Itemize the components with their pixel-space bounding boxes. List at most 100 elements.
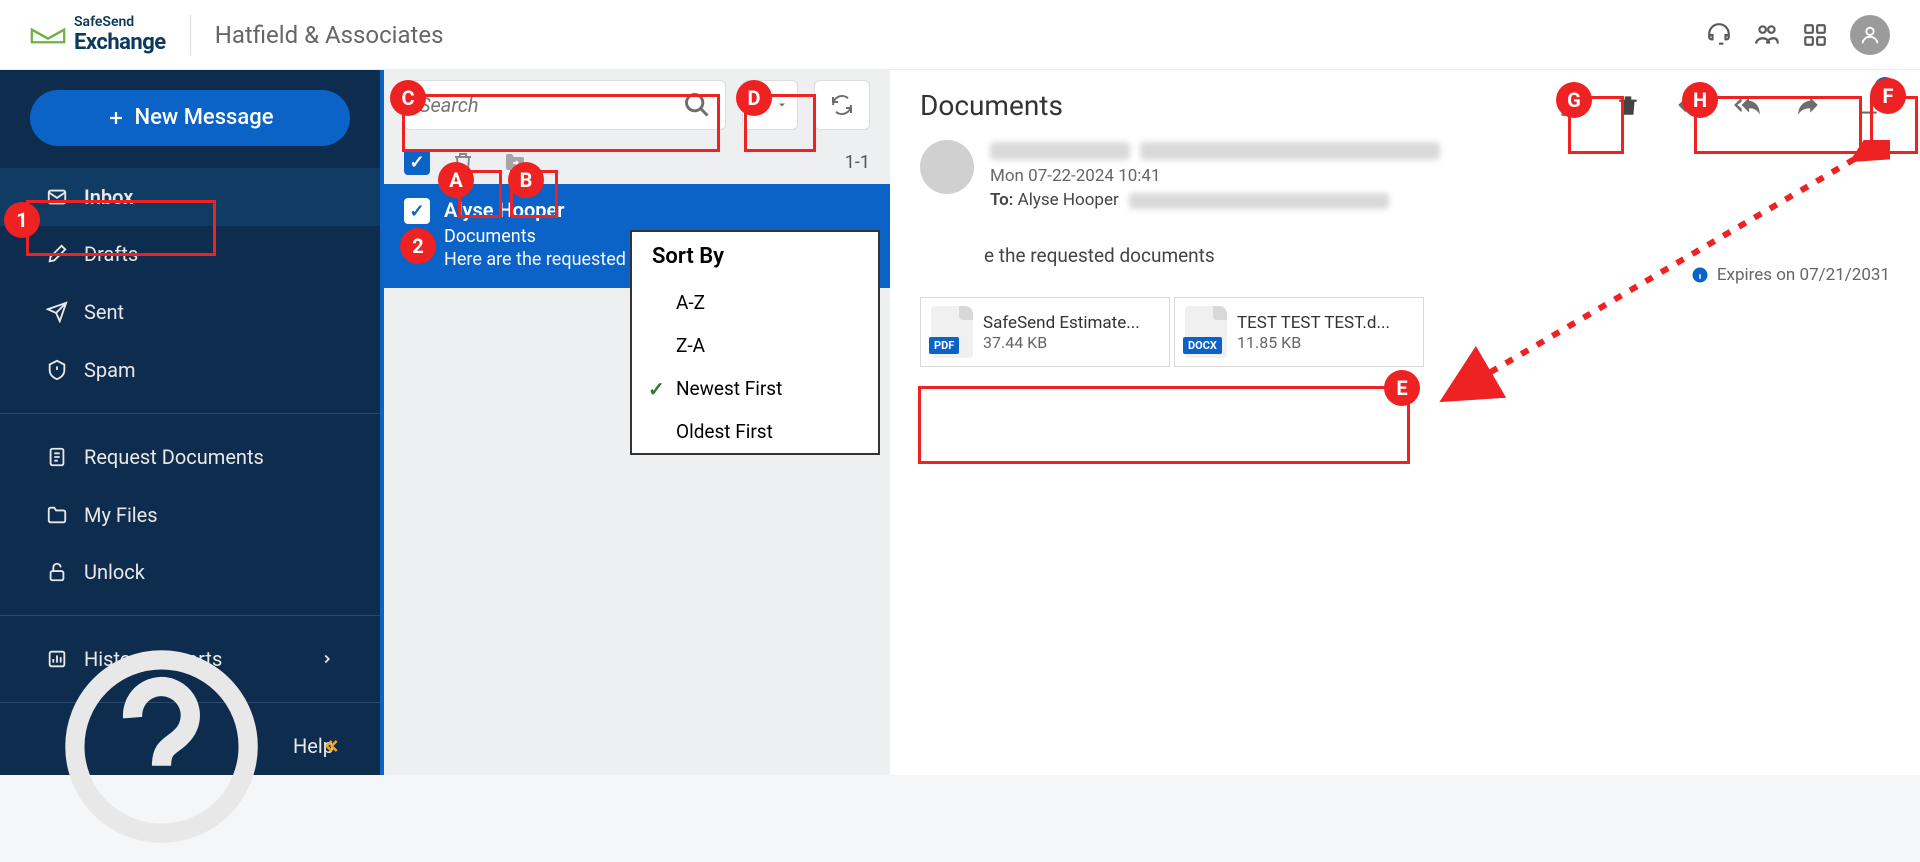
search-input[interactable]: [419, 93, 683, 117]
sort-option-oldest[interactable]: Oldest First: [632, 410, 878, 453]
logo: SafeSend Exchange: [30, 14, 166, 55]
delete-button[interactable]: [1606, 83, 1650, 127]
sort-option-az[interactable]: A-Z: [632, 281, 878, 324]
expires-notice: Expires on 07/21/2031: [1691, 265, 1890, 285]
callout-1: 1: [4, 202, 40, 238]
help-icon: [46, 631, 277, 862]
plus-icon: [107, 109, 125, 127]
unlock-icon: [46, 561, 68, 583]
nav-label: My Files: [84, 503, 158, 527]
content-panel: Documents 2: [890, 70, 1920, 775]
attachment-card[interactable]: DOCX TEST TEST TEST.d... 11.85 KB: [1174, 297, 1424, 367]
nav-drafts[interactable]: Drafts: [0, 226, 380, 284]
main-layout: New Message Inbox Drafts Sent Spam Reque…: [0, 70, 1920, 775]
collapse-icon[interactable]: [320, 736, 340, 756]
mail-icon: [46, 186, 68, 208]
callout-D: D: [736, 80, 772, 116]
nav-divider: [0, 413, 380, 414]
attachment-icon: PDF: [931, 306, 973, 358]
reply-all-icon: [1733, 92, 1763, 118]
to-label: To:: [990, 190, 1013, 210]
search-icon[interactable]: [683, 91, 711, 119]
header-right: [1706, 15, 1890, 55]
callout-H: H: [1682, 82, 1718, 118]
message-date: Mon 07-22-2024 10:41: [990, 166, 1890, 186]
list-toolbar: [384, 70, 890, 140]
attachment-name: SafeSend Estimate...: [983, 313, 1159, 333]
nav-label: Request Documents: [84, 445, 264, 469]
document-icon: [46, 446, 68, 468]
sort-title: Sort By: [632, 232, 878, 281]
content-toolbar: Documents 2: [890, 70, 1920, 140]
select-all-checkbox[interactable]: [404, 149, 430, 175]
folder-icon: [46, 504, 68, 526]
user-icon: [1859, 24, 1881, 46]
attachment-type-badge: PDF: [929, 337, 959, 354]
nav-my-files[interactable]: My Files: [0, 486, 380, 544]
header-divider: [190, 15, 191, 55]
attachment-size: 11.85 KB: [1237, 333, 1413, 352]
content-actions: 2: [1546, 83, 1890, 127]
chevron-right-icon: [320, 652, 334, 666]
nav-label: Unlock: [84, 560, 145, 584]
message-checkbox[interactable]: [404, 198, 430, 224]
callout-F: F: [1870, 78, 1906, 114]
expires-text: Expires on 07/21/2031: [1717, 265, 1890, 285]
logo-icon: [30, 24, 66, 46]
nav-request-documents[interactable]: Request Documents: [0, 428, 380, 486]
apps-grid-icon[interactable]: [1802, 22, 1828, 48]
forward-button[interactable]: [1786, 83, 1830, 127]
refresh-icon: [830, 93, 854, 117]
nav-label: Sent: [84, 300, 124, 324]
callout-B: B: [508, 162, 544, 198]
sort-option-za[interactable]: Z-A: [632, 324, 878, 367]
forward-icon: [1795, 92, 1821, 118]
nav-divider: [0, 615, 380, 616]
message-meta: Mon 07-22-2024 10:41 To: Alyse Hooper Ex…: [890, 140, 1920, 244]
attachment-icon: DOCX: [1185, 306, 1227, 358]
search-box[interactable]: [404, 80, 726, 130]
refresh-button[interactable]: [814, 80, 870, 130]
sender-avatar: [920, 140, 974, 194]
send-icon: [46, 301, 68, 323]
nav-sent[interactable]: Sent: [0, 283, 380, 341]
callout-E: E: [1384, 370, 1420, 406]
chevron-down-icon: [776, 99, 788, 111]
logo-bottom: Exchange: [74, 30, 166, 55]
new-message-label: New Message: [135, 105, 274, 130]
attachment-name: TEST TEST TEST.d...: [1237, 313, 1413, 333]
attachment-card[interactable]: PDF SafeSend Estimate... 37.44 KB: [920, 297, 1170, 367]
page-indicator: 1-1: [845, 152, 870, 173]
trash-icon: [1615, 92, 1641, 118]
user-avatar[interactable]: [1850, 15, 1890, 55]
sort-option-newest[interactable]: Newest First: [632, 367, 878, 410]
nav-unlock[interactable]: Unlock: [0, 543, 380, 601]
attachment-size: 37.44 KB: [983, 333, 1159, 352]
new-message-button[interactable]: New Message: [30, 90, 350, 146]
nav-label: Inbox: [84, 185, 133, 209]
nav-spam[interactable]: Spam: [0, 341, 380, 399]
content-title: Documents: [920, 89, 1063, 122]
message-to: To: Alyse Hooper: [990, 190, 1890, 210]
nav-label: Drafts: [84, 242, 138, 266]
app-header: SafeSend Exchange Hatfield & Associates: [0, 0, 1920, 70]
reply-all-button[interactable]: [1726, 83, 1770, 127]
meta-text: Mon 07-22-2024 10:41 To: Alyse Hooper: [990, 140, 1890, 210]
pencil-icon: [46, 243, 68, 265]
org-name: Hatfield & Associates: [215, 21, 444, 49]
logo-text-block: SafeSend Exchange: [74, 14, 166, 55]
callout-G: G: [1556, 82, 1592, 118]
info-icon: [1691, 266, 1709, 284]
people-icon[interactable]: [1754, 22, 1780, 48]
nav-label: Spam: [84, 358, 136, 382]
nav-help[interactable]: Help: [0, 717, 380, 775]
headset-icon[interactable]: [1706, 22, 1732, 48]
logo-top: SafeSend: [74, 14, 166, 30]
nav-inbox[interactable]: Inbox: [0, 168, 380, 226]
sort-dropdown: Sort By A-Z Z-A Newest First Oldest Firs…: [630, 230, 880, 455]
shield-alert-icon: [46, 359, 68, 381]
message-sender: Alyse Hooper: [444, 198, 870, 222]
callout-A: A: [438, 162, 474, 198]
callout-C: C: [390, 80, 426, 116]
attachment-type-badge: DOCX: [1183, 337, 1222, 354]
